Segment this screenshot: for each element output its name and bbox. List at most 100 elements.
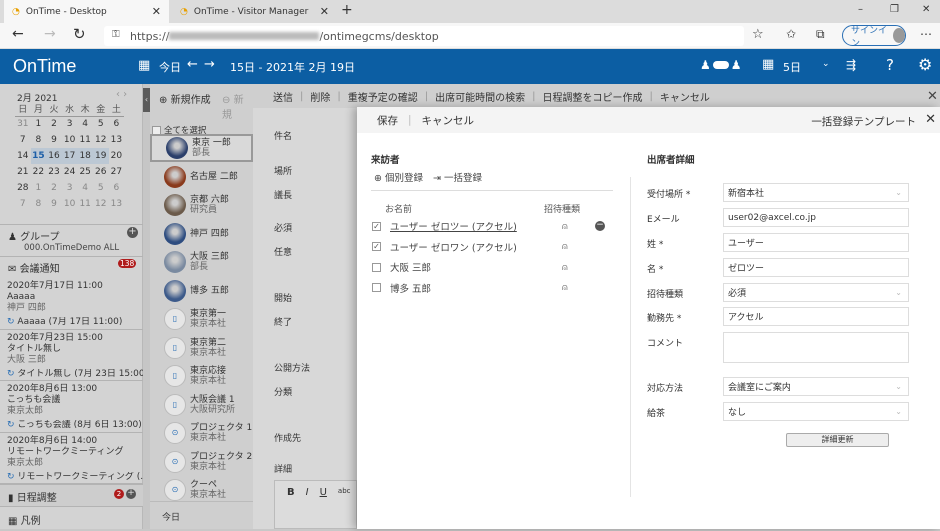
remove-visitor-icon[interactable]: −	[595, 221, 605, 231]
tab-visitor-manager[interactable]: ◔OnTime - Visitor Manager✕	[172, 0, 337, 23]
calendar-day[interactable]: 21	[15, 164, 31, 180]
forward-icon[interactable]: →	[44, 26, 56, 42]
scheduling-header[interactable]: ▮ 日程調整 2 +	[0, 484, 143, 506]
filter-icon[interactable]: ⇶	[846, 58, 856, 72]
group-value[interactable]: 000.OnTimeDemo ALL	[24, 243, 119, 253]
calendar-day[interactable]: 1	[31, 116, 47, 132]
calendar-day[interactable]: 4	[77, 116, 93, 132]
close-icon[interactable]: ✕	[925, 112, 936, 127]
person-item[interactable]: 大阪 三郎部長	[150, 248, 253, 276]
calendar-day[interactable]: 3	[62, 116, 78, 132]
field-select[interactable]: 会議室にご案内⌄	[723, 377, 909, 396]
calendar-day[interactable]: 27	[109, 164, 125, 180]
people-toggle-icon[interactable]: ♟♟	[700, 58, 742, 72]
calendar-day[interactable]: 31	[15, 116, 31, 132]
prev-icon[interactable]: ←	[187, 57, 198, 72]
signin-button[interactable]: サインイン	[842, 25, 906, 46]
new-button[interactable]: ⊕ 新規作成	[159, 91, 211, 106]
resource-item[interactable]: ▯東京第一東京本社	[150, 305, 253, 333]
notice-link[interactable]: こっちも会議 (8月 6日 13:00)	[17, 420, 141, 430]
calendar-day[interactable]: 26	[93, 164, 109, 180]
field-select[interactable]: 新宿本社⌄	[723, 183, 909, 202]
calendar-day[interactable]: 16	[46, 148, 62, 164]
cancel-button[interactable]: キャンセル	[422, 113, 475, 128]
visitor-checkbox[interactable]	[372, 283, 381, 292]
favorite-star-icon[interactable]: ☆	[752, 27, 764, 42]
calendar-day[interactable]: 12	[93, 196, 109, 212]
update-details-button[interactable]: 詳細更新	[786, 433, 889, 447]
resource-item[interactable]: ▯大阪会議 1大阪研究所	[150, 391, 253, 419]
add-bulk-button[interactable]: ⇥ 一括登録	[433, 170, 482, 184]
days-selector[interactable]: 5日	[783, 59, 801, 75]
visitor-checkbox[interactable]: ✓	[372, 222, 381, 231]
calendar-day[interactable]: 22	[31, 164, 47, 180]
visitor-row[interactable]: ✓ユーザー ゼロワン (アクセル)⍝	[372, 238, 612, 256]
calendar-day[interactable]: 5	[93, 116, 109, 132]
person-item[interactable]: 神戸 四郎	[150, 220, 253, 248]
visitor-name[interactable]: ユーザー ゼロワン (アクセル)	[390, 240, 517, 254]
visitor-checkbox[interactable]: ✓	[372, 242, 381, 251]
field-input[interactable]: user02@axcel.co.jp	[723, 208, 909, 227]
field-input[interactable]: ユーザー	[723, 233, 909, 252]
calendar-day[interactable]: 14	[15, 148, 31, 164]
minimize-button[interactable]: –	[858, 4, 863, 15]
favorites-icon[interactable]: ✩	[786, 27, 796, 41]
field-input[interactable]	[723, 332, 909, 363]
add-scheduling-icon[interactable]: +	[126, 489, 136, 499]
field-select[interactable]: 必須⌄	[723, 283, 909, 302]
group-header[interactable]: ♟ グループ	[8, 228, 60, 243]
calendar-day[interactable]: 18	[77, 148, 93, 164]
person-item[interactable]: 京都 六郎研究員	[150, 191, 253, 219]
calendar-day[interactable]: 10	[62, 132, 78, 148]
view-calendar-icon[interactable]: ▦	[762, 57, 774, 72]
close-tab-icon[interactable]: ✕	[320, 5, 329, 18]
bulk-template-button[interactable]: 一括登録テンプレート	[811, 114, 916, 129]
visitor-row[interactable]: ✓ユーザー ゼロツー (アクセル)⍝	[372, 217, 612, 235]
calendar-day[interactable]: 11	[77, 132, 93, 148]
calendar-day[interactable]: 17	[62, 148, 78, 164]
field-input[interactable]: ゼロツー	[723, 258, 909, 277]
notice-item[interactable]: 2020年8月6日 13:00こっちも会議東京太郎↻ こっちも会議 (8月 6日…	[0, 381, 143, 433]
calendar-day[interactable]: 6	[109, 116, 125, 132]
close-meeting-icon[interactable]: ✕	[927, 89, 938, 104]
resource-item[interactable]: ▯東京応接東京本社	[150, 362, 253, 390]
calendar-icon[interactable]: ▦	[138, 58, 150, 73]
calendar-day[interactable]: 1	[31, 180, 47, 196]
italic-button[interactable]: I	[306, 487, 309, 522]
calendar-day[interactable]: 5	[93, 180, 109, 196]
strike-button[interactable]: abc	[338, 487, 351, 522]
help-icon[interactable]: ?	[886, 56, 894, 74]
toolbar-button-5[interactable]: キャンセル	[660, 89, 710, 104]
legend-header[interactable]: ▦ 凡例	[0, 506, 143, 529]
calendar-day[interactable]: 28	[15, 180, 31, 196]
calendar-day[interactable]: 12	[93, 132, 109, 148]
url-input[interactable]: ⚿https:///ontimegcms/desktop	[104, 26, 744, 46]
chevron-left-icon[interactable]: ‹	[143, 88, 150, 112]
calendar-day[interactable]: 9	[46, 132, 62, 148]
calendar-day[interactable]: 10	[62, 196, 78, 212]
calendar-day[interactable]: 6	[109, 180, 125, 196]
resource-item[interactable]: ▯東京第二東京本社	[150, 334, 253, 362]
resource-item[interactable]: ⊙プロジェクタ 2東京本社	[150, 448, 253, 476]
toolbar-button-4[interactable]: 日程調整をコピー作成	[543, 89, 643, 104]
toolbar-button-1[interactable]: 削除	[310, 89, 330, 104]
visitor-row[interactable]: 博多 五郎⍝	[372, 279, 612, 297]
toolbar-button-3[interactable]: 出席可能時間の検索	[435, 89, 525, 104]
calendar-day[interactable]: 7	[15, 132, 31, 148]
sidebar-collapse-handle[interactable]: ‹	[143, 84, 150, 529]
calendar-day[interactable]: 13	[109, 132, 125, 148]
visitor-name[interactable]: 大阪 三郎	[390, 260, 431, 274]
new2-button[interactable]: ⊖ 新規	[222, 91, 253, 121]
notices-header[interactable]: ✉ 会議通知 138	[0, 256, 143, 276]
add-single-button[interactable]: ⊕ 個別登録	[374, 170, 423, 184]
list-today[interactable]: 今日	[150, 501, 253, 531]
notice-item[interactable]: 2020年7月17日 11:00Aaaaa神戸 四郎↻ Aaaaa (7月 17…	[0, 278, 143, 330]
notice-item[interactable]: 2020年8月6日 14:00リモートワークミーティング東京太郎↻ リモートワー…	[0, 433, 143, 485]
notice-link[interactable]: Aaaaa (7月 17日 11:00)	[17, 317, 122, 327]
resource-item[interactable]: ⊙プロジェクタ 1東京本社	[150, 419, 253, 447]
resource-item[interactable]: ⊙クーペ東京本社	[150, 476, 253, 504]
new-tab-button[interactable]: +	[341, 2, 353, 18]
calendar-day[interactable]: 19	[93, 148, 109, 164]
calendar-day[interactable]: 4	[77, 180, 93, 196]
bold-button[interactable]: B	[287, 487, 295, 522]
